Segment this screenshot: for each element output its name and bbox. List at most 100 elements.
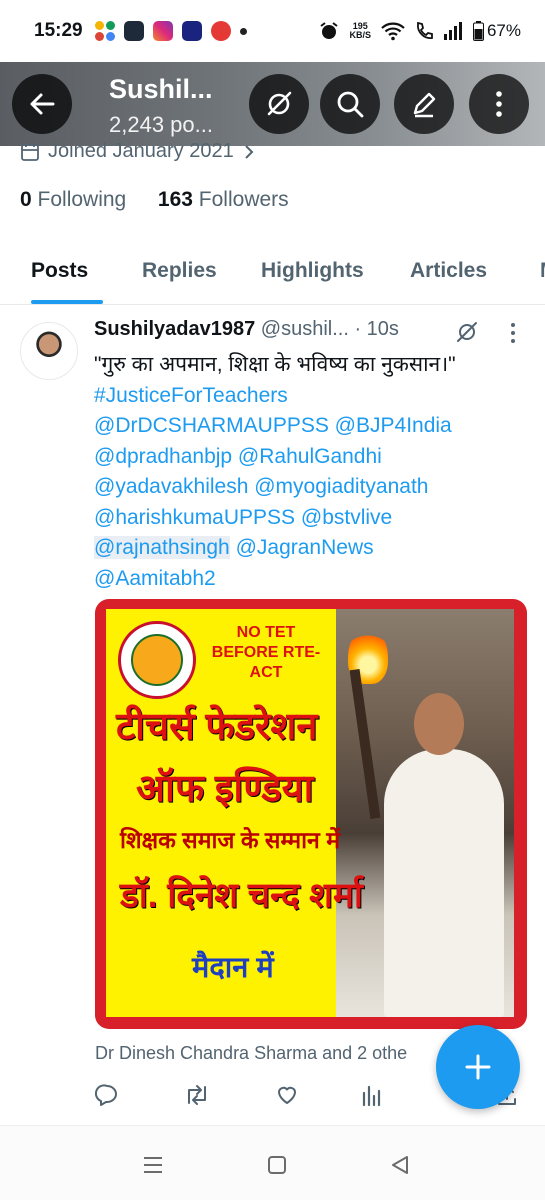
mention-line: @rajnathsingh @JagranNews bbox=[94, 533, 524, 564]
torch-graphic bbox=[349, 669, 381, 819]
mention-highlighted[interactable]: @rajnathsingh bbox=[94, 536, 230, 559]
poster-line4: डॉ. दिनेश चन्द शर्मा bbox=[120, 876, 363, 915]
status-bar: 15:29 195 KB/S 67% bbox=[0, 0, 545, 62]
profile-header-banner: Sushil... 2,243 po... bbox=[0, 62, 545, 146]
followers-label: Followers bbox=[192, 188, 289, 211]
grok-icon bbox=[267, 91, 292, 116]
grok-icon[interactable] bbox=[455, 320, 479, 344]
poster-no-tet-line: NO TET bbox=[236, 624, 296, 641]
poster-line3: शिक्षक समाज के सम्मान में bbox=[120, 827, 340, 853]
chevron-right-icon bbox=[244, 144, 254, 159]
joined-date-row[interactable]: Joined January 2021 bbox=[20, 140, 256, 163]
net-speed-unit: KB/S bbox=[349, 30, 371, 40]
joined-date: Joined January 2021 bbox=[48, 140, 234, 162]
kebab-menu-icon bbox=[496, 91, 502, 117]
tweet-text: "गुरु का अपमान, शिक्षा के भविष्य का नुकस… bbox=[94, 350, 524, 594]
federation-logo bbox=[118, 621, 196, 699]
tab-media[interactable]: M bbox=[540, 259, 545, 283]
poster-image: NO TET BEFORE RTE-ACT टीचर्स फेडरेशन ऑफ … bbox=[106, 609, 514, 1017]
arrow-left-icon bbox=[30, 93, 55, 115]
l-app-icon bbox=[123, 21, 144, 41]
mention-link[interactable]: @JagranNews bbox=[230, 536, 374, 559]
battery-percent: 67% bbox=[486, 21, 521, 40]
plus-icon bbox=[465, 1054, 491, 1080]
battery-icon bbox=[472, 21, 484, 41]
home-button[interactable] bbox=[262, 1150, 292, 1180]
poster-photo bbox=[336, 609, 514, 1017]
more-options-button[interactable] bbox=[469, 74, 529, 134]
mention-line[interactable]: @yadavakhilesh @myogiadityanath bbox=[94, 472, 524, 503]
tab-highlights[interactable]: Highlights bbox=[261, 259, 364, 283]
avatar[interactable] bbox=[20, 322, 78, 380]
status-time: 15:29 bbox=[34, 20, 83, 41]
alarm-icon bbox=[320, 22, 339, 39]
signal-icon bbox=[443, 22, 462, 40]
tweet-more-icon[interactable] bbox=[509, 322, 517, 344]
reply-button[interactable] bbox=[94, 1080, 120, 1110]
more-dot-icon bbox=[239, 27, 247, 35]
square-icon bbox=[268, 1156, 286, 1174]
tweet-display-name[interactable]: Sushilyadav1987 bbox=[94, 318, 255, 340]
tweet-quote: "गुरु का अपमान, शिक्षा के भविष्य का नुकस… bbox=[94, 353, 456, 376]
repost-icon bbox=[188, 1085, 206, 1105]
battery-indicator: 67% bbox=[472, 21, 521, 41]
net-speed: 195 KB/S bbox=[349, 22, 371, 40]
menu-lines-icon bbox=[144, 1157, 162, 1173]
heart-icon bbox=[278, 1086, 296, 1104]
compose-button[interactable] bbox=[436, 1025, 520, 1109]
search-icon bbox=[337, 91, 364, 118]
tab-articles[interactable]: Articles bbox=[410, 259, 487, 283]
tagged-users[interactable]: Dr Dinesh Chandra Sharma and 2 othe bbox=[95, 1043, 407, 1064]
tab-posts[interactable]: Posts bbox=[31, 259, 88, 283]
active-tab-indicator bbox=[31, 300, 103, 304]
poster-line5: मैदान में bbox=[192, 952, 274, 984]
repost-button[interactable] bbox=[184, 1080, 210, 1110]
back-button[interactable] bbox=[12, 74, 72, 134]
followers-link[interactable]: 163 Followers bbox=[158, 188, 289, 211]
notification-icons bbox=[94, 21, 247, 41]
reply-icon bbox=[95, 1084, 117, 1106]
tweet-header: Sushilyadav1987 @sushil... · 10s bbox=[94, 318, 399, 341]
poster-line2: ऑफ इण्डिया bbox=[136, 768, 314, 810]
app-grid-icon bbox=[94, 21, 115, 41]
wifi-icon bbox=[381, 22, 405, 41]
instagram-icon bbox=[152, 21, 173, 41]
mention-line[interactable]: @Aamitabh2 bbox=[94, 564, 524, 595]
system-indicators: 195 KB/S 67% bbox=[319, 21, 521, 41]
pencil-icon bbox=[413, 92, 436, 118]
mention-line[interactable]: @dpradhanbjp @RahulGandhi bbox=[94, 442, 524, 473]
follow-stats: 0 Following 163 Followers bbox=[20, 188, 289, 212]
tab-replies[interactable]: Replies bbox=[142, 259, 217, 283]
like-button[interactable] bbox=[274, 1080, 300, 1110]
poster-line1: टीचर्स फेडरेशन bbox=[116, 706, 318, 748]
tweet-image[interactable]: NO TET BEFORE RTE-ACT टीचर्स फेडरेशन ऑफ … bbox=[95, 599, 527, 1029]
person-graphic bbox=[384, 749, 504, 1017]
tweet-handle-time: @sushil... · 10s bbox=[255, 318, 399, 340]
poster-no-tet: NO TET BEFORE RTE-ACT bbox=[206, 623, 326, 683]
following-label: Following bbox=[31, 188, 127, 211]
poster-before-rte-line: BEFORE RTE-ACT bbox=[211, 644, 321, 681]
person-head-graphic bbox=[414, 693, 464, 755]
calendar-icon bbox=[21, 142, 39, 161]
mention-line[interactable]: @DrDCSHARMAUPPSS @BJP4India bbox=[94, 411, 524, 442]
views-button[interactable] bbox=[359, 1080, 385, 1110]
following-link[interactable]: 0 Following bbox=[20, 188, 126, 211]
header-post-count: 2,243 po... bbox=[109, 112, 213, 137]
edit-button[interactable] bbox=[394, 74, 454, 134]
grok-button[interactable] bbox=[249, 74, 309, 134]
triangle-back-icon bbox=[392, 1156, 408, 1174]
call-icon bbox=[417, 21, 433, 39]
hashtag-link[interactable]: #JusticeForTeachers bbox=[94, 381, 524, 412]
bar-chart-icon bbox=[362, 1085, 381, 1107]
system-navigation-bar bbox=[0, 1125, 545, 1200]
infinity-app-icon bbox=[181, 21, 202, 41]
red-app-icon bbox=[210, 21, 231, 41]
header-name: Sushil... bbox=[109, 74, 213, 104]
recent-apps-button[interactable] bbox=[138, 1150, 168, 1180]
back-nav-button[interactable] bbox=[385, 1150, 415, 1180]
following-count: 0 bbox=[20, 188, 32, 211]
profile-tabs: Posts Replies Highlights Articles M bbox=[0, 245, 545, 305]
search-button[interactable] bbox=[320, 74, 380, 134]
mention-line[interactable]: @harishkumaUPPSS @bstvlive bbox=[94, 503, 524, 534]
followers-count: 163 bbox=[157, 188, 193, 211]
